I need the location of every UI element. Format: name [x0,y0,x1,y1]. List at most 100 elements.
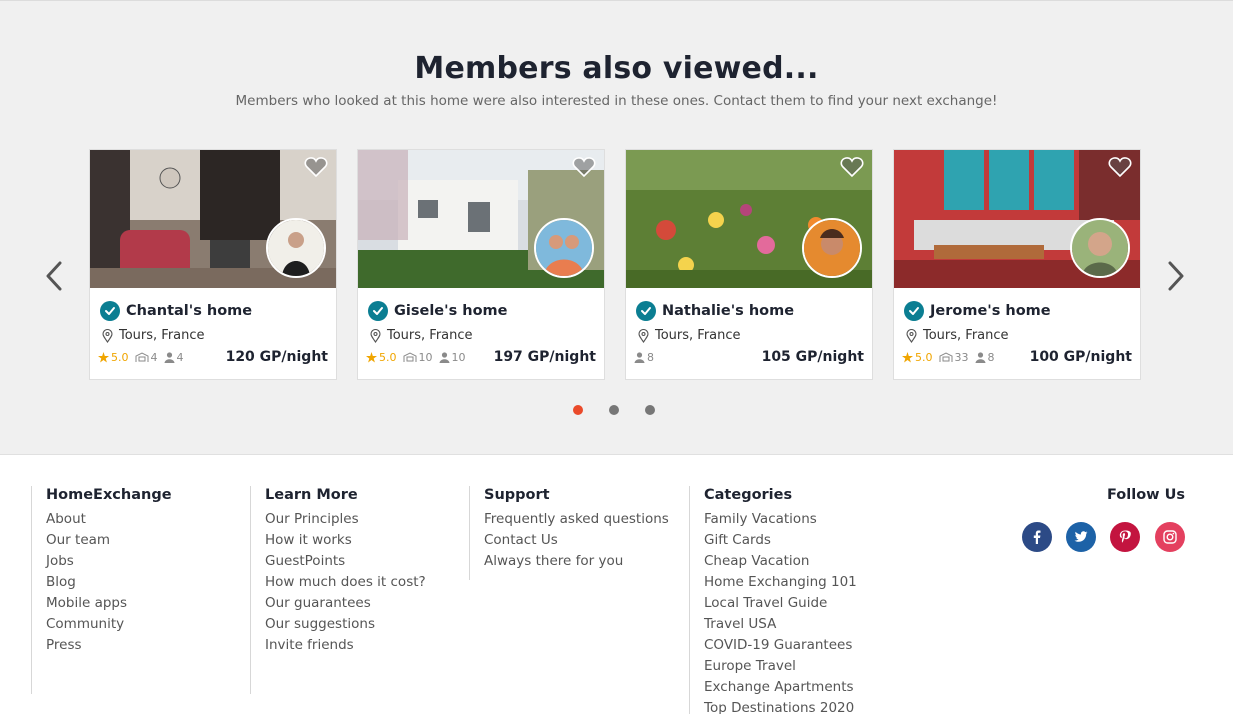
footer-column-title: Categories [704,487,793,503]
pinterest-icon[interactable] [1110,522,1140,552]
price-per-night: 100 GP/night [1029,349,1132,365]
verified-badge-icon [368,301,388,321]
star-icon [366,352,377,363]
favorite-heart-icon[interactable] [840,156,864,178]
footer-link[interactable]: Top Destinations 2020 [704,698,889,714]
footer-column-title: Support [484,487,550,503]
footer-link[interactable]: Local Travel Guide [704,593,889,614]
bedroom-icon [939,352,952,362]
section-title: Members also viewed... [414,51,819,86]
favorite-heart-icon[interactable] [304,156,328,178]
instagram-icon[interactable] [1155,522,1185,552]
footer-link[interactable]: About [46,509,231,530]
footer-column-title: HomeExchange [46,487,172,503]
bedroom-icon [403,352,416,362]
carousel-dots [573,405,681,415]
home-title[interactable]: Nathalie's home [662,303,794,319]
location-pin-icon [370,328,381,343]
footer-link[interactable]: Contact Us [484,530,679,551]
home-card[interactable]: Gisele's home Tours, France 5.0 10 10 19… [357,149,605,380]
star-icon [902,352,913,363]
rating-value: 5.0 [915,351,933,364]
footer-link[interactable]: Blog [46,572,231,593]
location-pin-icon [906,328,917,343]
footer-link[interactable]: Jobs [46,551,231,572]
footer-column-homeexchange: HomeExchange About Our team Jobs Blog Mo… [31,486,231,694]
bedroom-icon [135,352,148,362]
star-icon [98,352,109,363]
footer-link[interactable]: Always there for you [484,551,679,572]
footer-column-learn-more: Learn More Our Principles How it works G… [250,486,450,694]
follow-us-title: Follow Us [1106,487,1185,503]
facebook-icon[interactable] [1022,522,1052,552]
home-location: Tours, France [119,328,205,343]
verified-badge-icon [100,301,120,321]
footer-link[interactable]: How it works [265,530,450,551]
guests-icon [439,352,449,363]
home-location: Tours, France [655,328,741,343]
follow-us: Follow Us [1107,486,1185,504]
guests-icon [164,352,174,363]
footer-link[interactable]: Travel USA [704,614,889,635]
home-title[interactable]: Chantal's home [126,303,252,319]
footer-link[interactable]: Cheap Vacation [704,551,889,572]
host-avatar[interactable] [1070,218,1130,278]
guests-icon [975,352,985,363]
host-avatar[interactable] [534,218,594,278]
guests-icon [634,352,645,363]
footer-link[interactable]: Invite friends [265,635,450,656]
footer-link[interactable]: Europe Travel [704,656,889,677]
site-footer: HomeExchange About Our team Jobs Blog Mo… [0,456,1233,714]
home-title[interactable]: Jerome's home [930,303,1051,319]
footer-column-title: Learn More [265,487,358,503]
price-per-night: 105 GP/night [761,349,864,365]
location-pin-icon [102,328,113,343]
footer-link[interactable]: Frequently asked questions [484,509,679,530]
home-card[interactable]: Nathalie's home Tours, France 8 105 GP/n… [625,149,873,380]
rating-value: 5.0 [379,351,397,364]
footer-link[interactable]: Our team [46,530,231,551]
price-per-night: 120 GP/night [225,349,328,365]
favorite-heart-icon[interactable] [572,156,596,178]
guests-count: 4 [176,351,184,364]
carousel-dot[interactable] [645,405,655,415]
guests-count: 8 [647,351,654,364]
footer-link[interactable]: Press [46,635,231,656]
home-card[interactable]: Chantal's home Tours, France 5.0 4 4 120… [89,149,337,380]
carousel-next-arrow-icon[interactable] [1162,259,1188,293]
footer-link[interactable]: Our guarantees [265,593,450,614]
footer-link[interactable]: GuestPoints [265,551,450,572]
carousel-dot[interactable] [609,405,619,415]
footer-link[interactable]: Mobile apps [46,593,231,614]
host-avatar[interactable] [802,218,862,278]
section-subtitle: Members who looked at this home were als… [235,93,998,109]
bedrooms-count: 10 [418,351,433,364]
home-location: Tours, France [923,328,1009,343]
twitter-icon[interactable] [1066,522,1096,552]
footer-link[interactable]: Gift Cards [704,530,889,551]
guests-count: 10 [451,351,466,364]
footer-link[interactable]: Our suggestions [265,614,450,635]
rating-value: 5.0 [111,351,129,364]
carousel-dot[interactable] [573,405,583,415]
members-also-viewed-section: Members also viewed... Members who looke… [0,0,1233,455]
home-location: Tours, France [387,328,473,343]
host-avatar[interactable] [266,218,326,278]
carousel-prev-arrow-icon[interactable] [42,259,68,293]
footer-link[interactable]: Community [46,614,231,635]
bedrooms-count: 33 [954,351,969,364]
footer-link[interactable]: Family Vacations [704,509,889,530]
footer-link[interactable]: Exchange Apartments [704,677,889,698]
footer-link[interactable]: How much does it cost? [265,572,450,593]
footer-column-categories: Categories Family Vacations Gift Cards C… [689,486,889,714]
home-title[interactable]: Gisele's home [394,303,508,319]
verified-badge-icon [636,301,656,321]
bedrooms-count: 4 [150,351,158,364]
location-pin-icon [638,328,649,343]
price-per-night: 197 GP/night [493,349,596,365]
footer-link[interactable]: COVID-19 Guarantees [704,635,889,656]
footer-link[interactable]: Our Principles [265,509,450,530]
footer-link[interactable]: Home Exchanging 101 [704,572,889,593]
favorite-heart-icon[interactable] [1108,156,1132,178]
home-card[interactable]: Jerome's home Tours, France 5.0 33 8 100… [893,149,1141,380]
